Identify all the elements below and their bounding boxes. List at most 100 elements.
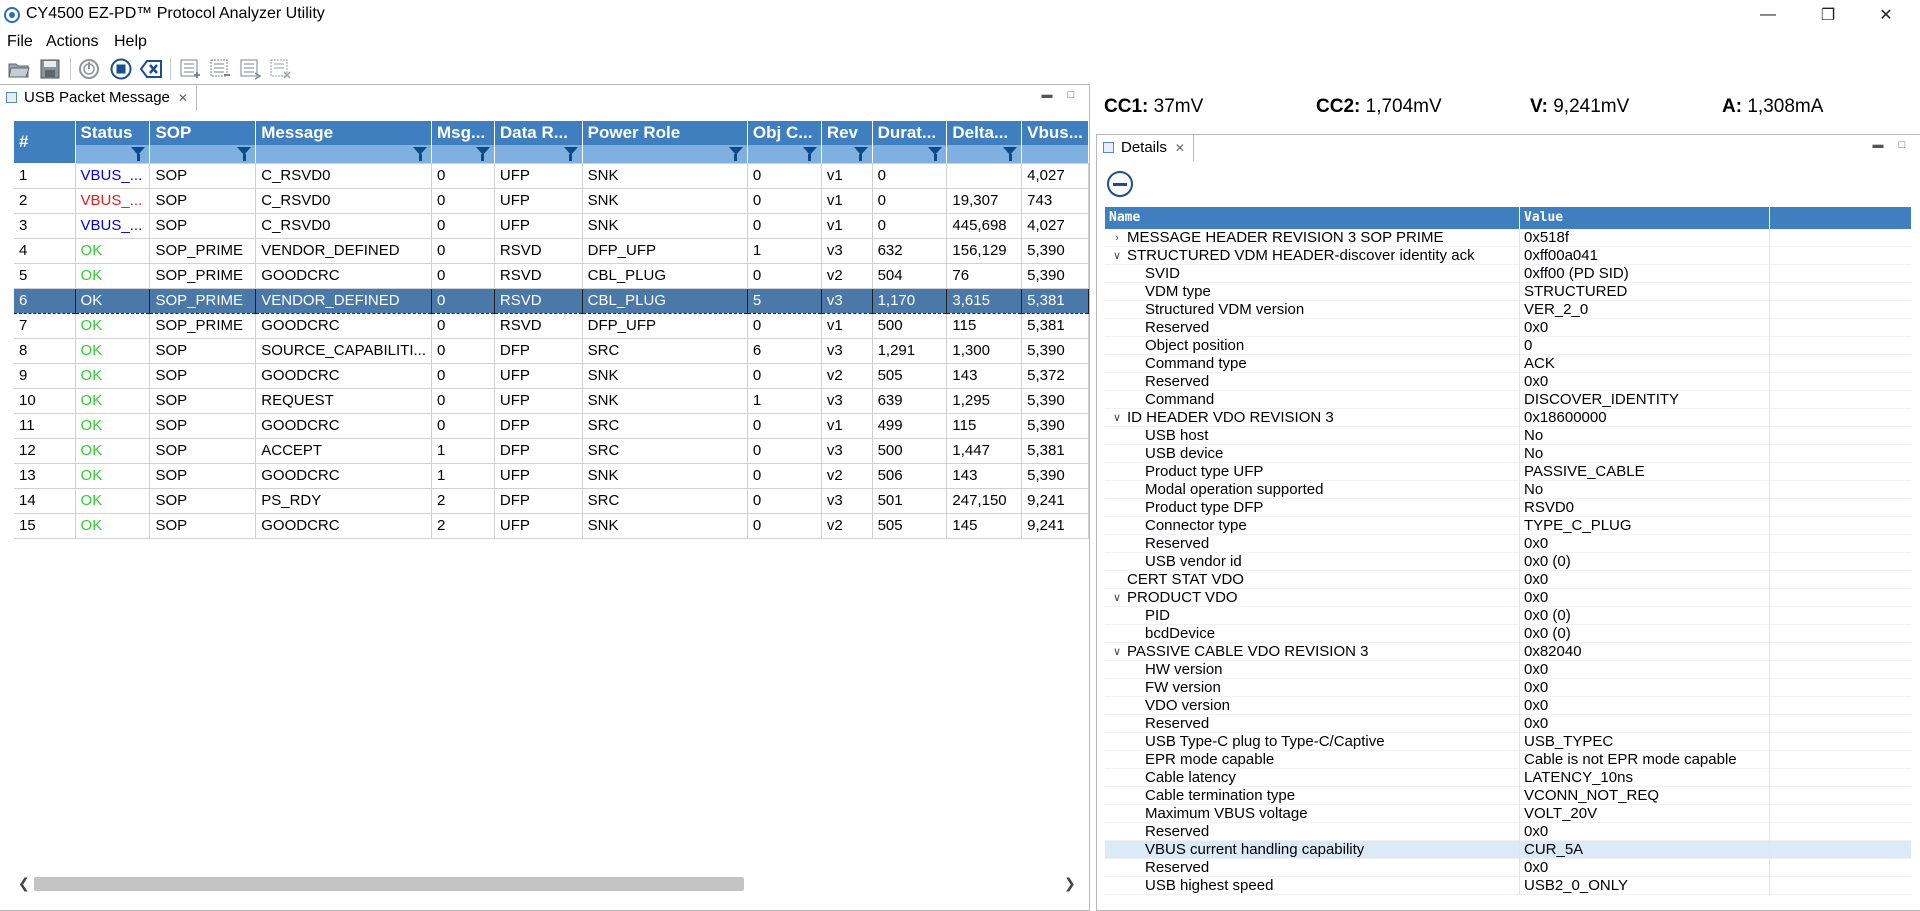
table-row[interactable]: 14 OK SOP PS_RDY 2 DFP SRC 0 v3 501 247,150 9,241 [14,488,1089,514]
table-row[interactable]: 2 VBUS_... SOP C_RSVD0 0 UFP SNK 0 v1 0 19,307 743 [14,188,1089,214]
tree-row[interactable]: bcdDevice 0x0 (0) [1105,625,1911,643]
collapse-all-button[interactable] [1105,169,1135,199]
tree-row[interactable]: Command DISCOVER_IDENTITY [1105,391,1911,409]
list-filter-icon[interactable] [208,56,234,82]
tree-row[interactable]: Connector type TYPE_C_PLUG [1105,517,1911,535]
restore-button[interactable]: ❐ [1800,0,1856,30]
table-row[interactable]: 11 OK SOP GOODCRC 0 DFP SRC 0 v1 499 115 5,390 [14,413,1089,439]
table-row[interactable]: 4 OK SOP_PRIME VENDOR_DEFINED 0 RSVD DFP_UFP 1 v… [14,238,1089,264]
tree-row[interactable]: HW version 0x0 [1105,661,1911,679]
maximize-view-icon[interactable]: □ [1064,89,1078,101]
tree-row[interactable]: VBUS current handling capability CUR_5A [1105,841,1911,859]
filter-icon[interactable] [131,147,146,161]
tree-row[interactable]: ∨ STRUCTURED VDM HEADER-discover identity… [1105,247,1911,265]
table-row[interactable]: 8 OK SOP SOURCE_CAPABILITI... 0 DFP SRC 6 v3 1,29… [14,338,1089,364]
column-header-rev[interactable]: Rev [821,121,873,145]
tree-row[interactable]: ∨ PASSIVE CABLE VDO REVISION 3 0x82040 [1105,643,1911,661]
menu-file[interactable]: File [7,33,33,51]
tree-row[interactable]: Object position 0 [1105,337,1911,355]
table-row[interactable]: 6 OK SOP_PRIME VENDOR_DEFINED 0 RSVD CBL_PLUG 5… [14,287,1089,314]
chevron-down-icon[interactable]: ∨ [1111,589,1123,607]
tree-row[interactable]: Reserved 0x0 [1105,373,1911,391]
tree-row[interactable]: VDM type STRUCTURED [1105,283,1911,301]
tree-row[interactable]: VDO version 0x0 [1105,697,1911,715]
menu-help[interactable]: Help [114,33,147,51]
chevron-down-icon[interactable]: ∨ [1111,643,1123,661]
tree-row[interactable]: USB Type-C plug to Type-C/Captive USB_TYP… [1105,733,1911,751]
tree-row[interactable]: Reserved 0x0 [1105,715,1911,733]
tree-row[interactable]: Reserved 0x0 [1105,319,1911,337]
tree-row[interactable]: USB host No [1105,427,1911,445]
tree-row[interactable]: ∨ PRODUCT VDO 0x0 [1105,589,1911,607]
filter-icon[interactable] [475,147,490,161]
column-header-message[interactable]: Message [255,121,433,145]
tree-row[interactable]: Product type UFP PASSIVE_CABLE [1105,463,1911,481]
filter-icon[interactable] [413,147,428,161]
tab-usb-packet-message[interactable]: USB Packet Message ✕ [0,85,197,111]
minimize-button[interactable]: — [1740,0,1796,30]
filter-icon[interactable] [728,147,743,161]
chevron-down-icon[interactable]: ∨ [1111,247,1123,265]
column-header-duration[interactable]: Durat... [872,121,948,145]
menu-actions[interactable]: Actions [46,33,98,51]
close-tab-icon[interactable]: ✕ [1175,141,1185,155]
list-export-icon[interactable] [238,56,264,82]
tree-row[interactable]: › MESSAGE HEADER REVISION 3 SOP PRIME 0x51… [1105,229,1911,247]
tree-row[interactable]: Modal operation supported No [1105,481,1911,499]
table-row[interactable]: 5 OK SOP_PRIME GOODCRC 0 RSVD CBL_PLUG 0 v2 504 76… [14,263,1089,289]
tree-row[interactable]: Cable termination type VCONN_NOT_REQ [1105,787,1911,805]
column-header-data-role[interactable]: Data R... [494,121,583,145]
tree-row[interactable]: Cable latency LATENCY_10ns [1105,769,1911,787]
stop-capture-icon[interactable] [108,56,134,82]
power-icon[interactable] [76,56,102,82]
tree-row[interactable]: FW version 0x0 [1105,679,1911,697]
close-button[interactable]: ✕ [1858,0,1914,30]
tree-row[interactable]: Reserved 0x0 [1105,823,1911,841]
filter-icon[interactable] [1003,147,1018,161]
column-header-index[interactable]: # [14,121,76,163]
scroll-left-icon[interactable]: ❮ [18,875,30,892]
open-folder-icon[interactable] [6,56,32,82]
horizontal-scrollbar[interactable]: ❮ ❯ [14,873,1080,893]
clear-icon[interactable] [138,56,164,82]
chevron-right-icon[interactable]: › [1111,229,1123,247]
filter-icon[interactable] [853,147,868,161]
list-view-icon[interactable] [178,56,204,82]
table-row[interactable]: 12 OK SOP ACCEPT 1 DFP SRC 0 v3 500 1,447 5,381 [14,438,1089,464]
column-header-obj-count[interactable]: Obj C... [747,121,822,145]
column-header-sop[interactable]: SOP [149,121,257,145]
list-delete-icon[interactable] [268,56,294,82]
tree-row[interactable]: USB vendor id 0x0 (0) [1105,553,1911,571]
filter-icon[interactable] [802,147,817,161]
tree-row[interactable]: Maximum VBUS voltage VOLT_20V [1105,805,1911,823]
minimize-view-icon[interactable]: ▬ [1040,89,1054,101]
filter-icon[interactable] [237,147,252,161]
scrollbar-thumb[interactable] [34,877,744,891]
scroll-right-icon[interactable]: ❯ [1064,875,1076,892]
tree-row[interactable]: EPR mode capable Cable is not EPR mode ca… [1105,751,1911,769]
tree-row[interactable]: PID 0x0 (0) [1105,607,1911,625]
tree-row[interactable]: CERT STAT VDO 0x0 [1105,571,1911,589]
tree-row[interactable]: Structured VDM version VER_2_0 [1105,301,1911,319]
filter-icon[interactable] [563,147,578,161]
value-column-header[interactable]: Value [1524,210,1563,225]
close-tab-icon[interactable]: ✕ [178,91,188,105]
name-column-header[interactable]: Name [1109,210,1140,225]
tree-row[interactable]: Reserved 0x0 [1105,859,1911,877]
maximize-view-icon[interactable]: □ [1895,139,1909,151]
tree-row[interactable]: USB device No [1105,445,1911,463]
column-header-power-role[interactable]: Power Role [582,121,748,145]
chevron-down-icon[interactable]: ∨ [1111,409,1123,427]
tree-row[interactable]: Command type ACK [1105,355,1911,373]
column-header-delta[interactable]: Delta... [946,121,1023,145]
column-header-status[interactable]: Status [75,121,151,145]
column-header-msg-id[interactable]: Msg... [431,121,495,145]
table-row[interactable]: 3 VBUS_... SOP C_RSVD0 0 UFP SNK 0 v1 0 445,698 4,0… [14,213,1089,239]
minimize-view-icon[interactable]: ▬ [1871,139,1885,151]
save-icon[interactable] [37,56,63,82]
table-row[interactable]: 10 OK SOP REQUEST 0 UFP SNK 1 v3 639 1,295 5,390 [14,388,1089,414]
table-row[interactable]: 1 VBUS_... SOP C_RSVD0 0 UFP SNK 0 v1 0 4,027 [14,163,1089,189]
tree-row[interactable]: Reserved 0x0 [1105,535,1911,553]
tree-row[interactable]: ∨ ID HEADER VDO REVISION 3 0x18600000 [1105,409,1911,427]
column-header-vbus[interactable]: Vbus... [1021,121,1089,145]
